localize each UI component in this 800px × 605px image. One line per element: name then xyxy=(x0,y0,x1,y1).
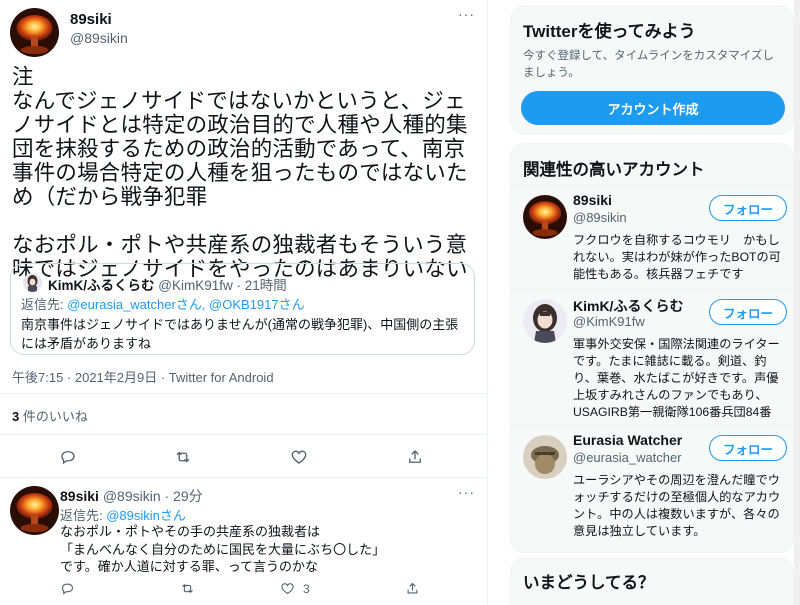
quote-reply-targets[interactable]: @eurasia_watcherさん, @OKB1917さん xyxy=(67,297,304,312)
related-account[interactable]: 89siki @89sikin フォロー フクロウを自称するコウモリ かもしれな… xyxy=(511,184,793,288)
quote-reply-prefix: 返信先: xyxy=(21,297,68,312)
reply-icon xyxy=(61,451,75,465)
account-handle: @89sikin xyxy=(573,210,627,225)
reply-header: 89siki @89sikin · 29分 xyxy=(60,486,203,506)
related-account[interactable]: Eurasia Watcher @eurasia_watcher フォロー ユー… xyxy=(511,424,793,552)
reply-author-meta: @89sikin · 29分 xyxy=(98,488,203,504)
account-bio: ユーラシアやその周辺を澄んだ瞳でウォッチするだけの至極個人的なアカウント。中の人… xyxy=(573,473,781,538)
avatar[interactable] xyxy=(523,195,567,239)
follow-button[interactable]: フォロー xyxy=(709,435,787,461)
quoted-tweet[interactable]: KimK/ふるくらむ @KimK91fw · 21時間 返信先: @eurasi… xyxy=(10,263,475,355)
account-name[interactable]: 89siki xyxy=(573,192,612,208)
reply-like-button[interactable]: 3 xyxy=(280,581,310,596)
reply-reply-button[interactable] xyxy=(60,581,75,596)
photo-avatar-icon xyxy=(523,435,567,479)
reply-button[interactable] xyxy=(57,446,79,468)
avatar[interactable] xyxy=(523,299,567,343)
quote-header: KimK/ふるくらむ @KimK91fw · 21時間 xyxy=(48,274,287,294)
related-account[interactable]: KimK/ふるくらむ @KimK91fw フォロー 軍事外交安保・国際法関連のラ… xyxy=(511,288,793,424)
quote-author-meta: @KimK91fw · 21時間 xyxy=(154,278,287,293)
avatar[interactable] xyxy=(10,486,59,535)
scrollbar[interactable] xyxy=(794,0,800,605)
reply-text: なおポル・ポトやその手の共産系の独裁者は 「まんべんなく自分のために国民を大量に… xyxy=(60,524,386,574)
explosion-avatar-icon xyxy=(10,486,59,535)
reply-target[interactable]: @89sikinさん xyxy=(106,508,186,523)
trends-title: いまどうしてる？ xyxy=(523,574,655,592)
author-handle[interactable]: @89sikin xyxy=(70,30,128,46)
reply-author-name[interactable]: 89siki xyxy=(60,488,99,504)
account-handle: @eurasia_watcher xyxy=(573,450,682,465)
more-options-icon[interactable]: ··· xyxy=(458,6,475,22)
related-accounts-card: 関連性の高いアカウント 89siki @89sikin フォロー フクロウを自称… xyxy=(510,143,794,553)
avatar[interactable] xyxy=(523,435,567,479)
author-name[interactable]: 89siki xyxy=(70,11,112,28)
quote-reply-context: 返信先: @eurasia_watcherさん, @OKB1917さん xyxy=(21,294,305,313)
create-account-button[interactable]: アカウント作成 xyxy=(521,91,785,125)
retweet-icon xyxy=(182,583,193,594)
follow-button[interactable]: フォロー xyxy=(709,299,787,325)
quote-avatar xyxy=(23,273,42,292)
signup-description: 今すぐ登録して、タイムラインをカスタマイズしましょう。 xyxy=(523,50,774,79)
quote-author-name: KimK/ふるくらむ xyxy=(48,278,155,293)
heart-icon xyxy=(281,583,294,595)
tweet-text: 注 なんでジェノサイドではないかというと、ジェノサイドとは特定の政治目的で人種や… xyxy=(12,65,468,281)
account-handle: @KimK91fw xyxy=(573,314,645,329)
signup-title: Twitterを使ってみよう xyxy=(523,22,696,41)
heart-icon xyxy=(291,450,307,464)
reply-icon xyxy=(61,583,74,595)
tweet-timestamp[interactable]: 午後7:15 · 2021年2月9日 · Twitter for Android xyxy=(12,367,274,386)
main-column: 89siki @89sikin ··· 注 なんでジェノサイドではないかというと… xyxy=(0,0,488,605)
share-icon xyxy=(407,582,418,594)
follow-button[interactable]: フォロー xyxy=(709,195,787,221)
likes-label: 件のいいね xyxy=(19,409,88,424)
related-accounts-title: 関連性の高いアカウント xyxy=(523,161,705,179)
account-bio: フクロウを自称するコウモリ かもしれない。実はわが妹が作ったBOTの可能性もある… xyxy=(573,233,781,281)
more-options-icon[interactable]: ··· xyxy=(458,484,475,500)
reply-prefix: 返信先: xyxy=(60,508,107,523)
signup-card: Twitterを使ってみよう 今すぐ登録して、タイムラインをカスタマイズしましょ… xyxy=(510,6,794,134)
retweet-icon xyxy=(176,451,190,463)
account-name[interactable]: KimK/ふるくらむ xyxy=(573,296,683,316)
explosion-avatar-icon xyxy=(10,8,59,57)
reply-context: 返信先: @89sikinさん xyxy=(60,505,186,524)
portrait-avatar-icon xyxy=(523,299,567,343)
reply-retweet-button[interactable] xyxy=(180,581,195,596)
like-button[interactable] xyxy=(288,446,310,468)
explosion-avatar-icon xyxy=(523,195,567,239)
portrait-avatar-icon xyxy=(23,273,42,292)
account-bio: 軍事外交安保・国際法関連のライターです。たまに雑誌に載る。剣道、釣り、葉巻、水た… xyxy=(573,337,780,419)
reply-retweet-count: 3 xyxy=(303,581,310,596)
divider xyxy=(0,393,488,394)
avatar[interactable] xyxy=(10,8,59,57)
share-icon xyxy=(409,450,421,463)
divider xyxy=(0,434,488,435)
retweet-button[interactable] xyxy=(172,446,194,468)
likes-count[interactable]: 3 件のいいね xyxy=(12,406,88,425)
quote-text: 南京事件はジェノサイドではありませんが(通常の戦争犯罪)、中国側の主張には矛盾が… xyxy=(21,317,459,351)
reply-share-button[interactable] xyxy=(405,581,420,596)
share-button[interactable] xyxy=(404,446,426,468)
trends-card: いまどうしてる？ xyxy=(510,558,794,605)
account-name[interactable]: Eurasia Watcher xyxy=(573,432,682,448)
reply-tweet[interactable]: 89siki @89sikin · 29分 ··· 返信先: @89sikinさ… xyxy=(0,478,488,605)
